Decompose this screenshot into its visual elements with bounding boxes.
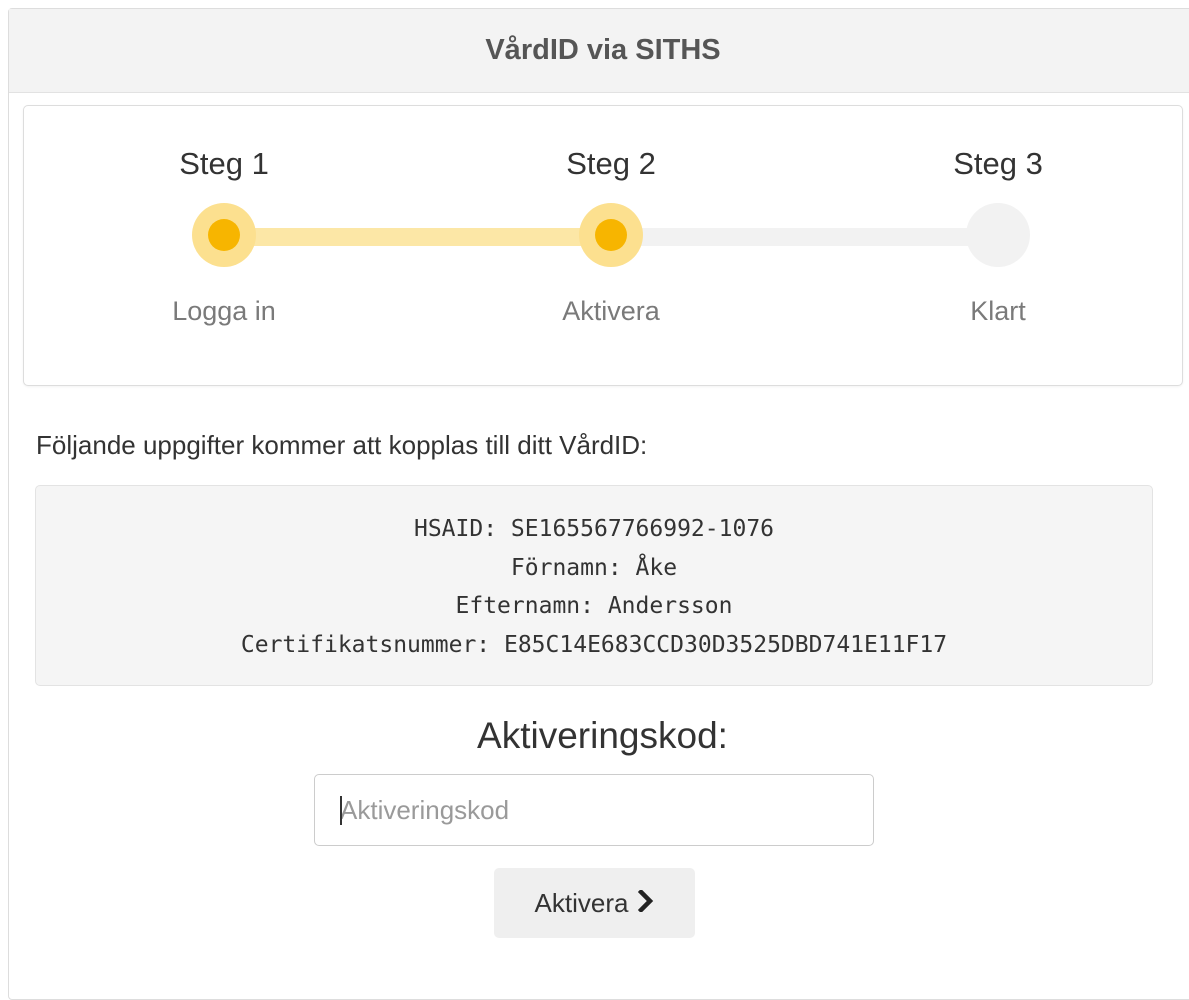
user-info-box: HSAID: SE165567766992-1076 Förnamn: Åke …: [35, 485, 1153, 686]
step-2-label: Aktivera: [562, 296, 660, 326]
last-name-value: Efternamn: Andersson: [455, 593, 733, 619]
activate-button-label: Aktivera: [534, 887, 629, 918]
step-2-title: Steg 2: [566, 146, 656, 181]
step-3-label: Klart: [970, 296, 1026, 326]
page-title: VårdID via SITHS: [485, 34, 721, 66]
activate-button[interactable]: Aktivera: [494, 868, 695, 938]
activation-code-input[interactable]: [314, 774, 874, 846]
progress-track-remaining: [611, 228, 998, 246]
step-1-marker: [192, 203, 256, 267]
activation-code-heading: Aktiveringskod:: [477, 715, 728, 756]
first-name-value: Förnamn: Åke: [510, 554, 678, 581]
hsaid-value: HSAID: SE165567766992-1076: [413, 516, 775, 542]
chevron-right-icon: [638, 888, 654, 919]
text-caret: [340, 796, 342, 825]
certificate-number-value: Certifikatsnummer: E85C14E683CCD30D3525D…: [240, 631, 948, 658]
step-1-title: Steg 1: [179, 146, 269, 181]
step-3-marker: [966, 203, 1030, 267]
panel-heading: VårdID via SITHS: [9, 9, 1189, 93]
progress-track-completed: [224, 228, 611, 246]
info-intro-text: Följande uppgifter kommer att kopplas ti…: [36, 430, 648, 460]
step-2-marker: [579, 203, 643, 267]
step-3-title: Steg 3: [953, 146, 1043, 181]
step-indicator: Steg 1 Logga in Steg 2 Aktivera Steg 3 K…: [23, 105, 1183, 386]
step-1-label: Logga in: [172, 296, 276, 326]
